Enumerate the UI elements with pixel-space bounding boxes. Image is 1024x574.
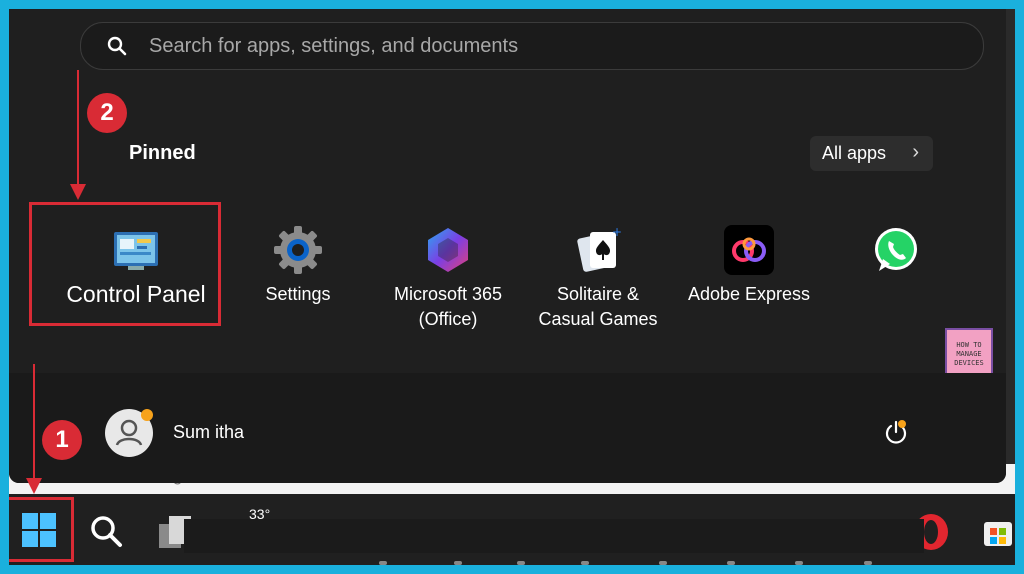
start-menu: Search for apps, settings, and documents…	[9, 9, 1006, 483]
app-label: Settings	[265, 284, 331, 304]
status-dot	[141, 409, 153, 421]
running-indicator	[581, 561, 589, 565]
app-label: Adobe Express	[687, 284, 811, 304]
pinned-heading: Pinned	[129, 142, 196, 164]
step-badge-2: 2	[87, 93, 127, 133]
app-solitaire[interactable]: + Solitaire & Casual Games	[523, 224, 673, 332]
taskbar-search-button[interactable]	[89, 514, 123, 553]
taskbar-store[interactable]	[981, 514, 1015, 553]
power-icon[interactable]	[882, 419, 910, 447]
store-icon	[984, 522, 1012, 546]
user-bar: Sum itha	[9, 373, 1006, 483]
search-input[interactable]: Search for apps, settings, and documents	[149, 35, 518, 58]
app-microsoft-365[interactable]: Microsoft 365 (Office)	[373, 224, 523, 332]
adobe-express-icon	[724, 225, 774, 275]
running-indicator	[454, 561, 462, 565]
app-settings[interactable]: Settings	[223, 224, 373, 307]
running-indicator	[517, 561, 525, 565]
start-highlight-box	[9, 497, 74, 562]
running-indicator	[727, 561, 735, 565]
gear-icon	[274, 226, 322, 274]
redacted-taskbar-area	[184, 519, 924, 553]
app-label: Microsoft 365 (Office)	[393, 284, 503, 329]
chevron-right-icon: ›	[912, 141, 919, 163]
app-adobe-express[interactable]: Adobe Express	[674, 224, 824, 307]
search-icon	[107, 36, 127, 56]
user-name[interactable]: Sum itha	[173, 422, 244, 443]
app-label: Solitaire & Casual Games	[538, 284, 658, 329]
step-badge-1: 1	[42, 420, 82, 460]
running-indicator	[659, 561, 667, 565]
watermark-line: DEVICES	[954, 358, 984, 367]
search-box[interactable]: Search for apps, settings, and documents	[80, 22, 984, 70]
running-indicator	[795, 561, 803, 565]
running-indicator	[379, 561, 387, 565]
microsoft-365-icon	[428, 228, 468, 272]
whatsapp-icon	[875, 228, 917, 271]
watermark-line: HOW TO	[956, 340, 982, 349]
all-apps-label: All apps	[822, 143, 887, 163]
solitaire-icon: +	[577, 225, 622, 272]
watermark-line: MANAGE	[956, 349, 982, 358]
running-indicator	[864, 561, 872, 565]
highlight-box	[29, 202, 221, 326]
screen: ost · Heading Search for apps, settings,…	[9, 9, 1015, 565]
all-apps-button[interactable]: All apps ›	[810, 136, 933, 171]
app-whatsapp[interactable]	[821, 224, 971, 282]
search-icon	[91, 516, 122, 547]
svg-text:+: +	[612, 225, 622, 239]
avatar[interactable]	[105, 409, 153, 457]
